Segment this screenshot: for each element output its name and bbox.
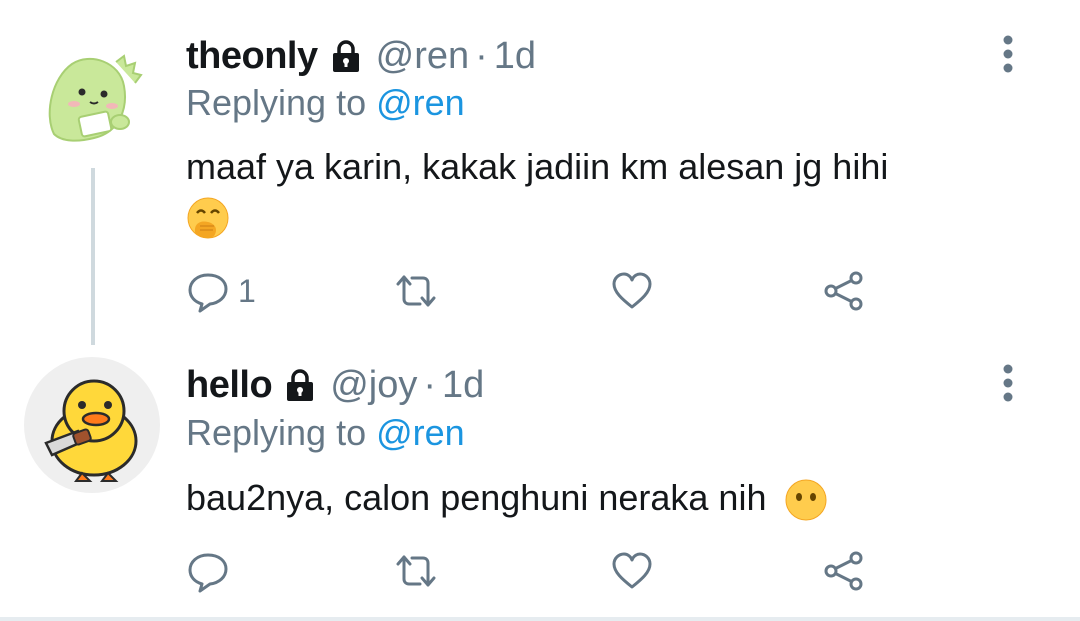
user-handle[interactable]: @joy [330, 362, 417, 408]
replying-to-handle[interactable]: @ren [376, 412, 465, 453]
replying-to-handle[interactable]: @ren [376, 82, 465, 123]
duck-avatar-icon [44, 379, 138, 482]
tweet-text-body: bau2nya, calon penghuni neraka nih [186, 477, 767, 518]
reply-icon [188, 273, 228, 313]
reply-icon [188, 553, 228, 593]
replying-prefix: Replying to [186, 412, 367, 453]
separator: · [423, 364, 436, 406]
avatar[interactable] [24, 22, 160, 158]
replying-prefix: Replying to [186, 82, 367, 123]
face-without-mouth-emoji-icon [784, 478, 828, 522]
tweet-text: bau2nya, calon penghuni neraka nih [186, 474, 828, 522]
like-button[interactable] [610, 546, 654, 596]
thread-line [91, 168, 95, 345]
like-button[interactable] [610, 266, 654, 316]
dinosaur-avatar-icon [48, 54, 143, 142]
tweet[interactable]: theonly @ren · 1d Replying to @ren maaf … [0, 0, 1080, 345]
retweet-icon [396, 275, 436, 307]
face-with-hand-over-mouth-emoji-icon [186, 196, 230, 240]
share-button[interactable] [822, 546, 866, 596]
more-options-icon[interactable] [992, 32, 1024, 76]
replying-to: Replying to @ren [186, 411, 465, 455]
share-icon [824, 271, 863, 311]
reply-count: 1 [238, 272, 256, 309]
user-handle[interactable]: @ren [376, 33, 470, 79]
like-icon [612, 552, 652, 589]
reply-button[interactable]: 1 [186, 266, 256, 316]
retweet-button[interactable] [394, 546, 438, 596]
share-button[interactable] [822, 266, 866, 316]
username[interactable]: theonly [186, 33, 318, 79]
timestamp[interactable]: 1d [494, 33, 536, 79]
tweet-actions [186, 546, 886, 596]
like-icon [612, 272, 652, 309]
separator: · [475, 35, 488, 77]
tweet-text-body: maaf ya karin, kakak jadiin km alesan jg… [186, 146, 889, 187]
retweet-button[interactable] [394, 266, 438, 316]
retweet-icon [396, 555, 436, 587]
more-options-icon[interactable] [992, 361, 1024, 405]
avatar[interactable] [24, 357, 160, 493]
tweet-text: maaf ya karin, kakak jadiin km alesan jg… [186, 143, 888, 240]
tweet-actions: 1 [186, 266, 886, 316]
divider [0, 617, 1080, 621]
tweet[interactable]: hello @joy · 1d Replying to @ren bau2nya… [0, 345, 1080, 621]
timestamp[interactable]: 1d [442, 362, 484, 408]
username[interactable]: hello [186, 362, 273, 408]
tweet-header: hello @joy · 1d [186, 362, 484, 408]
lock-icon [328, 38, 364, 74]
share-icon [824, 551, 863, 591]
tweet-header: theonly @ren · 1d [186, 33, 536, 79]
replying-to: Replying to @ren [186, 81, 465, 125]
reply-button[interactable] [186, 546, 238, 596]
lock-icon [282, 367, 318, 403]
